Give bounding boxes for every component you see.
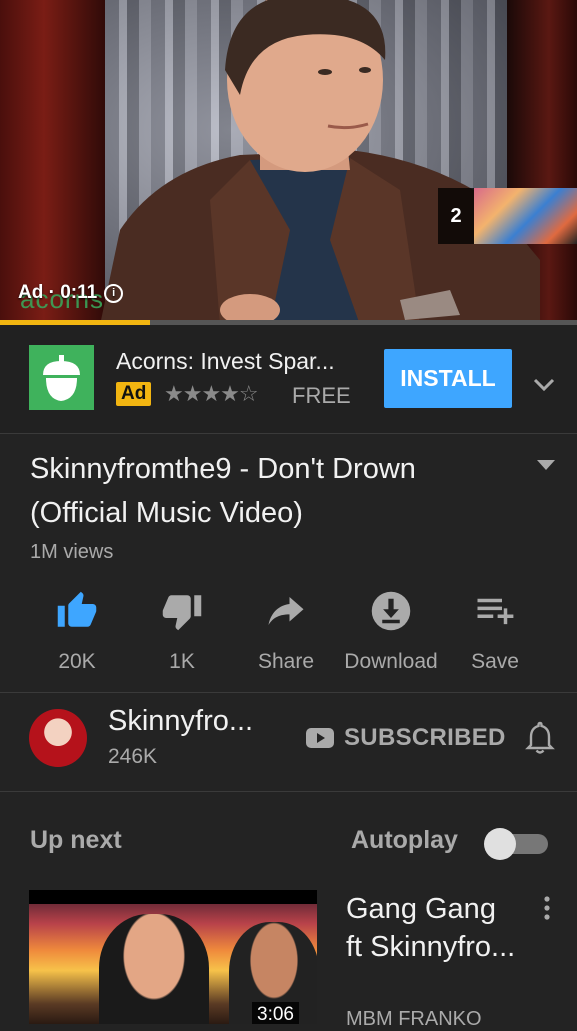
- subscriber-count: 246K: [108, 745, 158, 768]
- youtube-icon: [306, 728, 334, 748]
- video-title[interactable]: Skinnyfromthe9 - Don't Drown (Official M…: [30, 447, 510, 535]
- curtain-left: [0, 0, 110, 325]
- save-button[interactable]: Save: [440, 590, 550, 674]
- share-button[interactable]: Share: [231, 590, 341, 674]
- video-player[interactable]: acorns Ad · 0:11 i 2: [0, 0, 577, 325]
- up-next-title[interactable]: Gang Gang ft Skinnyfro...: [346, 890, 516, 966]
- dislike-count: 1K: [169, 650, 195, 673]
- more-vert-icon[interactable]: [543, 896, 551, 920]
- next-preview-image: [474, 188, 577, 244]
- ad-rating-stars: ★★★★☆: [164, 381, 259, 406]
- like-count: 20K: [58, 650, 96, 673]
- ad-timer: Ad · 0:11 i: [18, 282, 124, 304]
- download-icon: [371, 591, 411, 631]
- divider: [0, 692, 577, 693]
- view-count: 1M views: [30, 541, 114, 563]
- ad-badge: Ad: [116, 382, 152, 406]
- next-count: 2: [438, 188, 474, 244]
- download-button[interactable]: Download: [336, 590, 446, 674]
- chevron-down-icon[interactable]: [532, 372, 556, 396]
- share-label: Share: [257, 650, 315, 673]
- thumbs-down-icon: [162, 595, 202, 631]
- thumbs-up-icon: [57, 591, 97, 627]
- ad-price: FREE: [292, 383, 351, 408]
- divider: [0, 791, 577, 792]
- like-button[interactable]: 20K: [22, 590, 132, 674]
- toggle-knob: [484, 828, 516, 860]
- thumbnail-band: [29, 890, 317, 904]
- next-video-preview[interactable]: 2: [438, 188, 577, 244]
- autoplay-toggle[interactable]: [484, 828, 548, 860]
- install-button[interactable]: INSTALL: [384, 349, 512, 408]
- dislike-button[interactable]: 1K: [127, 590, 237, 674]
- ad-app-title[interactable]: Acorns: Invest Spar...: [116, 348, 335, 375]
- video-duration: 3:06: [252, 1002, 299, 1024]
- channel-name[interactable]: Skinnyfro...: [108, 705, 253, 738]
- autoplay-label: Autoplay: [351, 826, 458, 854]
- info-icon[interactable]: i: [104, 283, 124, 303]
- playlist-add-icon: [477, 598, 514, 625]
- thumbnail-person-1: [99, 914, 209, 1024]
- bell-icon[interactable]: [524, 720, 556, 756]
- ad-timer-label: Ad · 0:11: [18, 282, 98, 303]
- video-frame-person: [100, 0, 540, 325]
- expand-description-icon[interactable]: [536, 458, 556, 472]
- share-icon: [268, 597, 304, 625]
- acorn-icon[interactable]: [29, 345, 94, 410]
- up-next-channel: MBM FRANKO: [346, 1008, 482, 1030]
- avatar[interactable]: [29, 709, 87, 767]
- up-next-heading: Up next: [30, 826, 122, 854]
- subscribed-button[interactable]: SUBSCRIBED: [344, 724, 506, 752]
- download-label: Download: [344, 650, 438, 673]
- save-label: Save: [471, 650, 519, 673]
- up-next-thumbnail[interactable]: 3:06: [29, 890, 317, 1024]
